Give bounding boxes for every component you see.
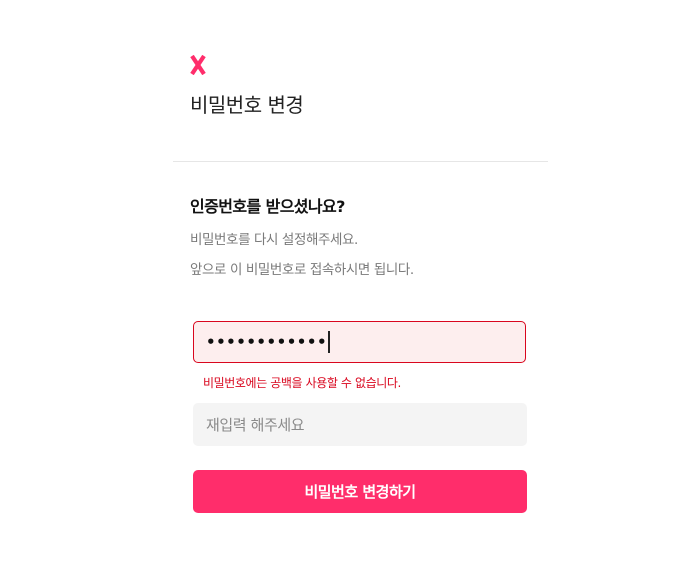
password-error-message: 비밀번호에는 공백을 사용할 수 없습니다.: [203, 376, 401, 390]
change-password-button[interactable]: 비밀번호 변경하기: [193, 470, 527, 513]
password-masked-value: ••••••••••••: [206, 333, 328, 351]
section-heading: 인증번호를 받으셨나요?: [190, 197, 345, 216]
x-logo-icon: [190, 55, 206, 75]
confirm-password-field[interactable]: [193, 403, 527, 446]
text-caret: [328, 331, 330, 353]
page-title: 비밀번호 변경: [190, 93, 304, 117]
header-divider: [173, 161, 548, 162]
description-line-2: 앞으로 이 비밀번호로 접속하시면 됩니다.: [190, 262, 414, 278]
change-password-page: 비밀번호 변경 인증번호를 받으셨나요? 비밀번호를 다시 설정해주세요. 앞으…: [0, 0, 686, 577]
new-password-field[interactable]: ••••••••••••: [193, 321, 526, 363]
description-line-1: 비밀번호를 다시 설정해주세요.: [190, 232, 358, 248]
